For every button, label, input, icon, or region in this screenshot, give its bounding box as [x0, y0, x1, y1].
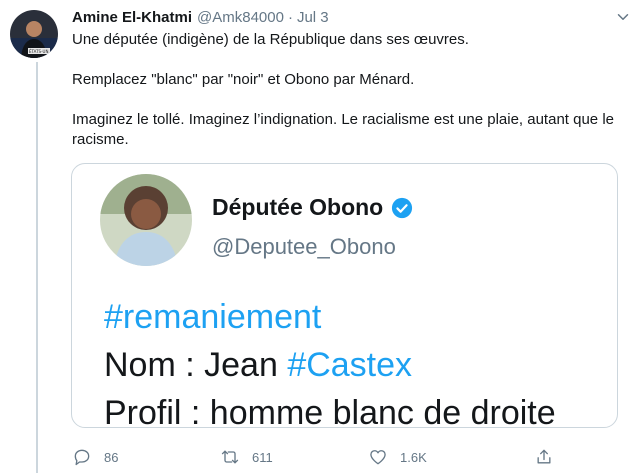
hashtag-castex: #Castex — [287, 346, 413, 384]
author-name[interactable]: Amine El-Khatmi — [72, 8, 192, 28]
reply-count: 86 — [104, 449, 119, 465]
share-icon — [537, 449, 551, 464]
thread-line — [36, 62, 38, 473]
tweet-media-image[interactable]: Députée Obono @Deputee_Obono #remaniemen… — [71, 163, 618, 428]
media-line-profile: Profil : homme blanc de droite — [104, 394, 556, 428]
share-button[interactable] — [534, 447, 554, 467]
media-display-name: Députée Obono — [212, 194, 413, 221]
media-line-name: Nom : Jean #Castex — [104, 345, 412, 385]
chevron-down-icon[interactable] — [614, 8, 632, 26]
hashtag-remaniement: #remaniement — [104, 298, 322, 336]
media-handle: @Deputee_Obono — [212, 234, 396, 259]
media-line-hashtag: #remaniement — [104, 297, 321, 337]
media-avatar — [100, 174, 192, 266]
reply-button[interactable]: 86 — [72, 447, 118, 467]
tweet-header: Amine El-Khatmi @Amk84000 · Jul 3 — [72, 8, 632, 28]
tweet-paragraph: Une députée (indigène) de la République … — [72, 31, 469, 48]
like-icon — [370, 450, 386, 465]
tweet-text: Une députée (indigène) de la République … — [72, 30, 632, 150]
tweet-body: Amine El-Khatmi @Amk84000 · Jul 3 Une dé… — [72, 8, 632, 150]
like-button[interactable]: 1.6K — [368, 447, 427, 467]
tweet-paragraph: Imaginez le tollé. Imaginez l’indignatio… — [72, 111, 614, 148]
retweet-count: 611 — [252, 449, 273, 465]
tweet-actions: 86 611 1.6K — [72, 447, 592, 471]
media-name-text: Députée Obono — [212, 194, 384, 220]
author-handle[interactable]: @Amk84000 — [197, 8, 284, 28]
reply-icon — [74, 449, 90, 466]
author-avatar[interactable]: ÉTATS-UN — [10, 10, 58, 58]
avatar-caption: ÉTATS-UN — [29, 49, 48, 54]
verified-badge-icon — [392, 197, 413, 218]
retweet-button[interactable]: 611 — [220, 447, 273, 467]
tweet-date[interactable]: Jul 3 — [297, 8, 329, 28]
tweet-paragraph: Remplacez "blanc" par "noir" et Obono pa… — [72, 71, 415, 88]
media-name-prefix: Nom : Jean — [104, 346, 288, 384]
like-count: 1.6K — [400, 449, 427, 465]
header-separator: · — [287, 9, 293, 26]
retweet-icon — [221, 450, 239, 464]
